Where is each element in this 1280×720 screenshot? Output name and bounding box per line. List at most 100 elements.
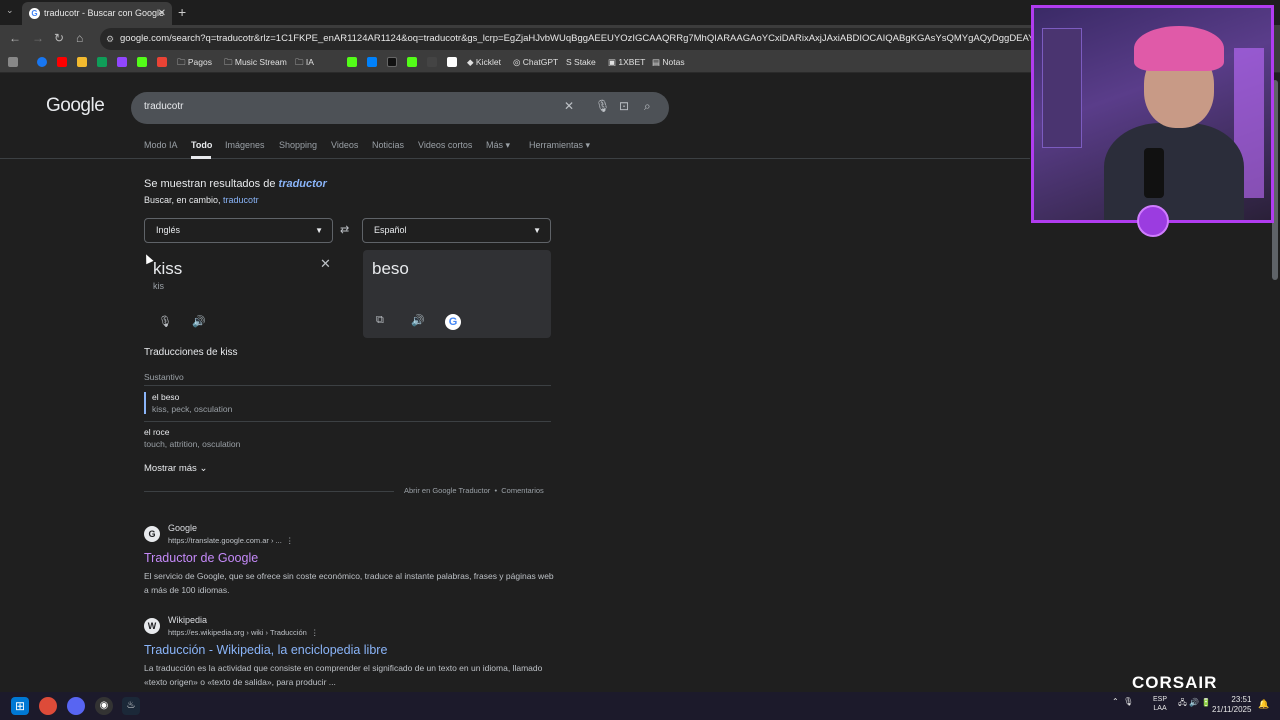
corrected-query-link[interactable]: traductor xyxy=(279,178,327,190)
wikipedia-favicon-icon: W xyxy=(144,618,160,634)
chrome-icon[interactable] xyxy=(39,697,57,715)
new-tab-icon[interactable]: + xyxy=(178,4,186,20)
translation-entry[interactable]: el roce touch, attrition, osculation xyxy=(144,427,551,449)
binance-icon[interactable] xyxy=(77,57,87,67)
tab-close-icon[interactable]: ✕ xyxy=(158,2,166,25)
chevron-down-icon: ⌄ xyxy=(199,463,208,474)
bookmark-ia[interactable]: 🗀 IA xyxy=(295,57,314,71)
translator-footer: Abrir en Google Traductor • Comentarios xyxy=(404,486,544,495)
bookmark-notas[interactable]: ▤ Notas xyxy=(652,57,685,68)
drive-icon[interactable] xyxy=(97,57,107,67)
bookmark-chatgpt[interactable]: ◎ ChatGPT xyxy=(513,57,558,68)
tab-videos[interactable]: Videos xyxy=(331,140,358,150)
obs-icon[interactable]: ◉ xyxy=(95,697,113,715)
tab-shopping[interactable]: Shopping xyxy=(279,140,317,150)
source-text[interactable]: kiss xyxy=(153,259,182,279)
webcam-overlay xyxy=(1031,5,1274,223)
clock[interactable]: 23:51 21/11/2025 xyxy=(1212,695,1251,715)
spelling-notice: Se muestran resultados de traductor xyxy=(144,178,327,190)
system-tray[interactable]: ⌃ 🎙 xyxy=(1112,697,1133,706)
back-icon[interactable]: ← xyxy=(9,31,21,45)
speaker-icon[interactable]: 🔊 xyxy=(192,315,206,328)
source-text-area[interactable]: kiss kis ✕ 🎙 🔊 xyxy=(144,250,344,338)
lens-icon[interactable]: ⊡ xyxy=(619,99,629,113)
translation-entry[interactable]: el beso kiss, peck, osculation xyxy=(144,392,551,414)
twitch-icon[interactable] xyxy=(117,57,127,67)
tab-todo[interactable]: Todo xyxy=(191,140,212,150)
target-text: beso xyxy=(372,259,409,278)
google-translate-favicon-icon: G xyxy=(144,526,160,542)
network-volume-icons[interactable]: 🖧 🔊 🔋 xyxy=(1178,697,1211,711)
swap-languages-icon[interactable]: ⇄ xyxy=(340,223,349,236)
tiktok-icon[interactable] xyxy=(387,57,397,67)
feedback-link[interactable]: Comentarios xyxy=(501,486,544,495)
streamer-badge-icon xyxy=(1137,205,1169,237)
clear-icon[interactable]: ✕ xyxy=(564,99,574,113)
target-language-select[interactable]: Español ▼ xyxy=(362,218,551,243)
youtube-icon[interactable] xyxy=(57,57,67,67)
tab-imagenes[interactable]: Imágenes xyxy=(225,140,265,150)
speaker-icon[interactable]: 🔊 xyxy=(411,314,425,327)
result-url[interactable]: https://translate.google.com.ar › ... ⋮ xyxy=(168,536,293,545)
notifications-icon[interactable]: 🔔 xyxy=(1258,699,1269,710)
search-icon[interactable]: ⌕ xyxy=(644,99,651,114)
search-box[interactable]: traducotr ✕ 🎙 ⊡ ⌕ xyxy=(131,92,669,124)
keyboard-language[interactable]: ESP LAA xyxy=(1153,695,1167,713)
search-input[interactable]: traducotr xyxy=(144,101,183,112)
copy-icon[interactable]: ⧉ xyxy=(376,314,384,327)
show-more-button[interactable]: Mostrar más ⌄ xyxy=(144,463,207,474)
result-snippet: El servicio de Google, que se ofrece sin… xyxy=(144,571,554,595)
source-language-select[interactable]: Inglés ▼ xyxy=(144,218,333,243)
target-text-area: beso ⧉ 🔊 G xyxy=(363,250,551,338)
original-query-link[interactable]: traducotr xyxy=(223,195,259,205)
bookmark-stake[interactable]: S Stake xyxy=(566,57,596,67)
divider xyxy=(144,421,551,422)
gmail-icon[interactable] xyxy=(157,57,167,67)
tab-noticias[interactable]: Noticias xyxy=(372,140,404,150)
bookmark-1xbet[interactable]: ▣ 1XBET xyxy=(608,57,645,68)
bookmark-kicklet[interactable]: ◆ Kicklet xyxy=(467,57,501,68)
result-url[interactable]: https://es.wikipedia.org › wiki › Traduc… xyxy=(168,628,318,637)
bookmark-pagos[interactable]: 🗀 Pagos xyxy=(177,57,212,71)
forward-icon[interactable]: → xyxy=(32,31,44,45)
bookmark-icon[interactable] xyxy=(447,57,457,67)
voice-search-icon[interactable]: 🎙 xyxy=(595,99,610,113)
google-logo[interactable]: Google xyxy=(46,95,105,117)
browser-tab[interactable]: G traducotr - Buscar con Google ✕ xyxy=(22,2,172,25)
kick-icon[interactable] xyxy=(407,57,417,67)
microphone-icon[interactable]: 🎙 xyxy=(158,315,172,328)
tab-search-icon[interactable]: ⌄ xyxy=(6,5,14,16)
windows-start-icon[interactable]: ⊞ xyxy=(11,697,29,715)
result-title-link[interactable]: Traductor de Google xyxy=(144,551,258,565)
active-tab-indicator xyxy=(191,156,211,159)
address-bar[interactable]: ⚙ google.com/search?q=traducotr&rlz=1C1F… xyxy=(100,28,1040,50)
discord-icon[interactable] xyxy=(67,697,85,715)
meta-icon[interactable] xyxy=(367,57,377,67)
part-of-speech: Sustantivo xyxy=(144,372,184,382)
bookmark-music-stream[interactable]: 🗀 Music Stream xyxy=(224,57,287,71)
result-title-link[interactable]: Traducción - Wikipedia, la enciclopedia … xyxy=(144,643,387,657)
bookmark-icon[interactable] xyxy=(427,57,437,67)
google-g-icon[interactable]: G xyxy=(445,314,461,330)
tab-videos-cortos[interactable]: Videos cortos xyxy=(418,140,472,150)
divider xyxy=(144,491,394,492)
kick-icon[interactable] xyxy=(137,57,147,67)
facebook-icon[interactable] xyxy=(37,57,47,67)
search-instead: Buscar, en cambio, traducotr xyxy=(144,195,259,205)
steam-icon[interactable]: ♨ xyxy=(122,697,140,715)
kick-icon[interactable] xyxy=(347,57,357,67)
divider xyxy=(144,385,551,386)
source-phonetic: kis xyxy=(153,281,164,291)
tab-herramientas[interactable]: Herramientas ▾ xyxy=(529,140,590,151)
chevron-down-icon: ▼ xyxy=(533,226,541,235)
tab-mas[interactable]: Más ▾ xyxy=(486,140,510,151)
site-info-icon[interactable]: ⚙ xyxy=(106,28,114,50)
clear-source-icon[interactable]: ✕ xyxy=(320,256,331,272)
reload-icon[interactable]: ↻ xyxy=(54,31,64,45)
home-icon[interactable]: ⌂ xyxy=(76,31,83,45)
tab-modo-ia[interactable]: Modo IA xyxy=(144,140,178,150)
apps-icon[interactable] xyxy=(8,57,18,67)
open-translator-link[interactable]: Abrir en Google Traductor xyxy=(404,486,490,495)
result-site-name: Wikipedia xyxy=(168,615,208,625)
webcam-person-hair xyxy=(1134,26,1224,71)
